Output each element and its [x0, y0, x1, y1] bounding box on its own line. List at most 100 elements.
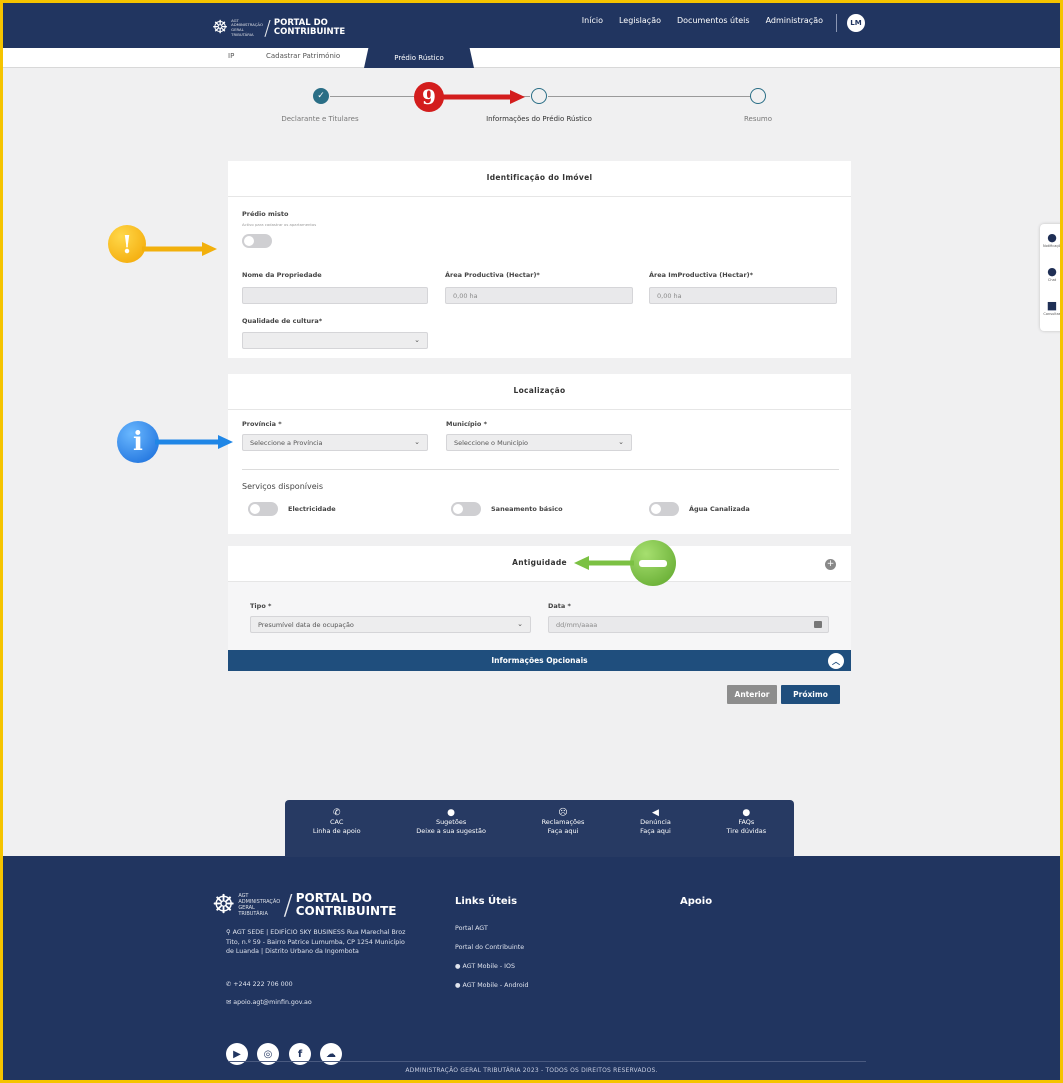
footer-email[interactable]: ✉ apoio.agt@minfin.gov.ao [226, 998, 312, 1008]
nav-documentos[interactable]: Documentos úteis [677, 16, 750, 25]
android-icon: ● [455, 982, 463, 989]
blue-arrow-icon [155, 435, 233, 449]
data-label: Data * [548, 602, 571, 610]
calendar-icon[interactable] [814, 621, 822, 628]
agt-gear-icon: ☸ [212, 17, 229, 38]
side-quick-widget: ● Notificações ● Chat ■ Consultas [1040, 224, 1063, 331]
chevron-down-icon: ⌄ [414, 336, 420, 344]
consult-icon: ■ [1046, 299, 1058, 312]
user-avatar[interactable]: LM [847, 14, 865, 32]
saneamento-toggle[interactable] [451, 502, 481, 516]
link-portal-contribuinte[interactable]: Portal do Contribuinte [455, 943, 524, 953]
logo-title: PORTAL DO CONTRIBUINTE [273, 18, 346, 37]
warning-callout-icon: ! [108, 225, 146, 263]
agua-canalizada-toggle[interactable] [649, 502, 679, 516]
apple-icon: ● [455, 963, 463, 970]
logo-slash: / [283, 888, 293, 921]
footer: ☸ AGT ADMINISTRAÇÃO GERAL TRIBUTÁRIA / P… [0, 856, 1063, 1083]
municipio-select[interactable]: Seleccione o Município ⌄ [446, 434, 632, 451]
proximo-button[interactable]: Próximo [781, 685, 840, 704]
tab-ip[interactable]: IP [228, 52, 234, 60]
nav-inicio[interactable]: Início [582, 16, 603, 25]
servicos-label: Serviços disponíveis [242, 482, 324, 491]
stepper-line-2 [548, 96, 751, 97]
chevron-down-icon: ⌄ [517, 620, 523, 628]
copyright: ADMINISTRAÇÃO GERAL TRIBUTÁRIA 2023 - TO… [405, 1067, 658, 1074]
nav-legislacao[interactable]: Legislação [619, 16, 661, 25]
chevron-up-icon[interactable]: ︿ [828, 653, 844, 669]
step-label-3: Resumo [743, 115, 773, 123]
breadcrumb-tabs: IP Cadastrar Património [0, 48, 1063, 68]
antiguidade-title: Antiguidade [512, 558, 567, 567]
area-productiva-input[interactable]: 0,00 ha [445, 287, 633, 304]
add-plus-icon[interactable]: + [825, 559, 836, 570]
apoio-title: Apoio [680, 896, 713, 907]
predio-misto-toggle[interactable] [242, 234, 272, 248]
main-nav: Início Legislação Documentos úteis Admin… [582, 16, 823, 25]
tab-cadastrar-patrimonio[interactable]: Cadastrar Património [266, 52, 340, 60]
logo-agency-text: AGT ADMINISTRAÇÃO GERAL TRIBUTÁRIA [238, 892, 281, 917]
electricidade-toggle[interactable] [248, 502, 278, 516]
notifications-widget[interactable]: ● Notificações [1043, 231, 1063, 249]
link-agt-ios[interactable]: ● AGT Mobile - IOS [455, 962, 515, 972]
electricidade-label: Electricidade [288, 505, 336, 513]
area-improductiva-input[interactable]: 0,00 ha [649, 287, 837, 304]
data-input[interactable]: dd/mm/aaaa [548, 616, 829, 633]
provincia-label: Província * [242, 420, 282, 428]
consult-widget[interactable]: ■ Consultas [1043, 299, 1061, 317]
footer-address: ⚲ AGT SEDE | EDIFÍCIO SKY BUSINESS Rua M… [226, 929, 406, 955]
link-agt-android[interactable]: ● AGT Mobile - Android [455, 981, 528, 991]
tipo-label: Tipo * [250, 602, 272, 610]
nome-propriedade-input[interactable] [242, 287, 428, 304]
anterior-button[interactable]: Anterior [727, 685, 777, 704]
nome-propriedade-label: Nome da Propriedade [242, 271, 322, 279]
step-label-1: Declarante e Titulares [281, 115, 359, 123]
qualidade-cultura-label: Qualidade de cultura* [242, 317, 323, 325]
location-pin-icon: ⚲ [226, 929, 233, 936]
footer-logo: ☸ AGT ADMINISTRAÇÃO GERAL TRIBUTÁRIA / P… [212, 888, 396, 921]
tipo-select[interactable]: Presumível data de ocupação ⌄ [250, 616, 531, 633]
reclamacoes-item[interactable]: ☹ Reclamações Faça aqui [542, 809, 585, 857]
footer-divider [228, 1061, 866, 1062]
green-arrow-icon [574, 556, 634, 570]
faqs-item[interactable]: ● FAQs Tire dúvidas [727, 809, 767, 857]
support-bar: ✆ CAC Linha de apoio ● Sugetões Deixe a sua … [285, 800, 794, 857]
municipio-label: Município * [446, 420, 488, 428]
denuncia-item[interactable]: ◀ Denúncia Faça aqui [640, 809, 671, 857]
qualidade-cultura-select[interactable]: ⌄ [242, 332, 428, 349]
link-portal-agt[interactable]: Portal AGT [455, 924, 488, 934]
identificacao-title: Identificação do Imóvel [486, 173, 593, 182]
portal-logo[interactable]: ☸ AGT ADMINISTRAÇÃO GERAL TRIBUTÁRIA / P… [212, 16, 345, 40]
footer-phone: ✆ +244 222 706 000 [226, 981, 293, 988]
bell-icon: ● [1047, 231, 1057, 244]
localizacao-card: Localização Província * Seleccione a Pro… [228, 374, 851, 534]
area-improductiva-label: Área ImProductiva (Hectar)* [649, 271, 754, 279]
tab-predio-rustico[interactable]: Prédio Rústico [364, 48, 474, 68]
agua-canalizada-label: Água Canalizada [689, 505, 750, 513]
antiguidade-card: Antiguidade + Tipo * Presumível data de … [228, 546, 851, 650]
logo-agency-text: AGT ADMINISTRAÇÃO GERAL TRIBUTÁRIA [231, 17, 263, 37]
yellow-arrow-icon [142, 242, 217, 256]
card-divider [228, 196, 851, 197]
speech-icon: ● [447, 808, 456, 818]
area-productiva-label: Área Productiva (Hectar)* [445, 271, 540, 279]
chevron-down-icon: ⌄ [414, 438, 420, 446]
cac-item[interactable]: ✆ CAC Linha de apoio [313, 809, 361, 857]
saneamento-label: Saneamento básico [491, 505, 563, 513]
face-icon: ☹ [558, 808, 568, 818]
phone-icon: ✆ [332, 808, 341, 818]
sugestoes-item[interactable]: ● Sugetões Deixe a sua sugestão [416, 809, 486, 857]
nav-administracao[interactable]: Administração [766, 16, 823, 25]
informacoes-opcionais-bar[interactable]: Informações Opcionais [228, 650, 851, 671]
agt-gear-icon: ☸ [212, 889, 236, 920]
localizacao-title: Localização [513, 386, 566, 395]
logo-slash: / [264, 16, 271, 40]
chat-icon: ● [1047, 265, 1057, 278]
predio-misto-hint: Activo para cadastrar os apartamentos [242, 222, 317, 227]
step-done-check-icon: ✓ [313, 88, 329, 104]
links-uteis-title: Links Úteis [455, 896, 518, 907]
collapse-callout-icon [630, 540, 676, 586]
provincia-select[interactable]: Seleccione a Província ⌄ [242, 434, 428, 451]
chat-widget[interactable]: ● Chat [1043, 265, 1061, 283]
red-arrow-icon [440, 90, 525, 104]
